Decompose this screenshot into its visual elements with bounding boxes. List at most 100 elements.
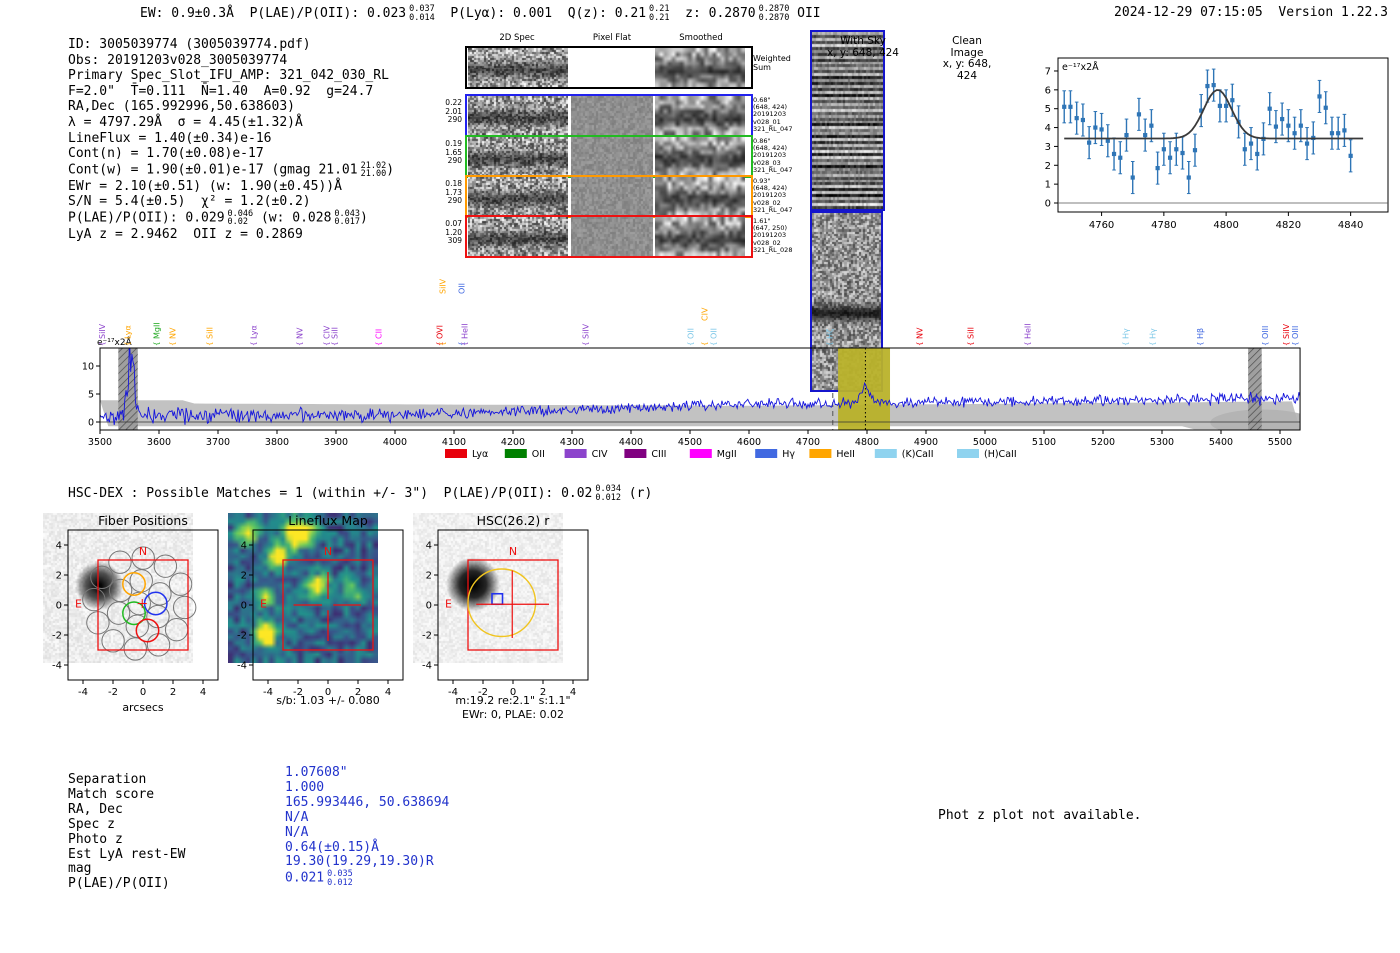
line-bracket: { [701, 342, 709, 346]
legend-swatch [809, 449, 832, 458]
line-label: HeII [460, 323, 469, 339]
north-label: N [139, 545, 147, 558]
north-label: N [509, 545, 517, 558]
fiber-positions-panel: Fiber Positions arcsecs -4 -4 -2 -2 0 0 2 2 4 4 N E [43, 513, 243, 728]
x-tick-label: 0 [140, 687, 146, 698]
match-row-label: Est LyA rest-EW [68, 846, 186, 862]
detection-line: LyA z = 2.9462 OII z = 0.2869 [68, 227, 394, 243]
twod-spec-cell [468, 217, 568, 256]
line-bracket: { [1292, 342, 1300, 346]
y-tick-label: -2 [52, 631, 62, 642]
stacked-uncertainty: 0.035 0.012 [327, 869, 353, 888]
twod-spec-cell [468, 48, 568, 87]
line-bracket: { [461, 342, 469, 346]
clean-image-title: Clean Image x, y: 648, 424 [942, 35, 992, 82]
line-label: OIII [1291, 326, 1300, 339]
pixel-flat-cell [571, 177, 653, 216]
y-tick-label: 2 [426, 571, 432, 582]
line-label: SiIV [98, 323, 107, 339]
line-bracket: { [99, 342, 107, 346]
line-label: Hβ [1196, 328, 1205, 339]
line-bracket: { [826, 342, 834, 346]
montage-row [465, 94, 753, 137]
x-tick-label: 3700 [206, 437, 230, 448]
line-label: SiII [331, 327, 340, 339]
line-label: Hγ [1148, 328, 1157, 339]
east-label: E [260, 597, 267, 610]
x-tick-label: 4700 [796, 437, 820, 448]
panel-caption: m:19.2 re:2.1" s:1.1" [455, 694, 571, 707]
legend-swatch [624, 449, 647, 458]
text-run: 1.07608" [285, 765, 348, 780]
east-label: E [75, 597, 82, 610]
legend-label: (K)CaII [902, 449, 934, 460]
x-tick-label: 4780 [1151, 220, 1176, 231]
errorbar-series [1062, 68, 1353, 195]
stacked-uncertainty: 21.02 21.00 [360, 160, 387, 180]
text-run: P(Lyα): 0.001 Q(z): 0.21 [434, 5, 647, 21]
line-bracket: { [1024, 342, 1032, 346]
hsc-match-header: HSC-DEX : Possible Matches = 1 (within +… [68, 485, 652, 502]
twod-spectra-montage: 2D Spec Pixel Flat Smoothed Weighted Sum 0.22… [440, 30, 820, 262]
smoothed-image [655, 137, 745, 176]
crosshair [476, 570, 549, 638]
text-run: ID: 3005039774 (3005039774.pdf) [68, 37, 311, 52]
match-row-label: Match score [68, 786, 155, 802]
stacked-uncertainty: 0.034 0.012 [595, 484, 621, 503]
catalog-position-box [491, 592, 504, 606]
smoothed-image [655, 48, 745, 87]
line-fit-zoom-plot: 4760 4780 4800 4820 4840 0 1 2 3 4 5 6 7 e⁻¹⁷x2Å [1045, 57, 1389, 231]
legend-label: Lyα [472, 449, 488, 460]
y-tick-label: 4 [241, 541, 247, 552]
stacked-uncertainty: 0.21 0.21 [649, 4, 670, 23]
pixel-flat-image [571, 137, 653, 176]
match-row-label: Spec z [68, 816, 115, 832]
smoothed-image [655, 177, 745, 216]
match-row-label: mag [68, 861, 92, 877]
with-sky-title: With Sky x, y: 648, 424 [827, 35, 899, 59]
y-tick-label: 2 [56, 571, 62, 582]
y-tick-label: 4 [56, 541, 62, 552]
text-run: LineFlux = 1.40(±0.34)e-16 [68, 130, 272, 146]
x-tick-label: 4000 [383, 437, 407, 448]
legend: Lyα OII CIV CIII MgII Hγ HeII (K)CaII (H)CaII [445, 449, 1017, 460]
y-tick-label: 3 [1045, 142, 1051, 153]
x-tick-label: 4900 [914, 437, 938, 448]
detection-info-block: ID: 3005039774 (3005039774.pdf) Obs: 2019… [68, 37, 394, 243]
line-label: Hγ [1121, 328, 1130, 339]
text-run: N/A [285, 809, 309, 825]
text-run: N/A [285, 824, 309, 840]
montage-row-left-labels: 0.07 1.20 309 [445, 219, 462, 245]
legend-label: CIII [651, 449, 666, 460]
smoothed-cell [655, 177, 745, 216]
match-row-label: P(LAE)/P(OII) [68, 876, 170, 892]
line-label: OII [458, 283, 467, 294]
stacked-uncertainty: 0.043 0.017 [334, 208, 361, 228]
y-tick-label: 2 [1045, 161, 1051, 172]
spectrum-layers [100, 348, 1301, 430]
twod-spec-cell [468, 137, 568, 176]
x-tick-label: 4820 [1276, 220, 1301, 231]
y-tick-label: 1 [1045, 180, 1051, 191]
montage-row-right-labels: Weighted Sum [753, 54, 791, 72]
x-tick-label: 4840 [1338, 220, 1363, 231]
smoothed-cell [655, 217, 745, 256]
text-run: RA,Dec (165.992996,50.638603) [68, 99, 295, 115]
legend-label: MgII [717, 449, 737, 460]
montage-row-left-labels: 0.18 1.73 290 [445, 179, 462, 205]
line-bracket: { [375, 342, 383, 346]
line-bracket: { [687, 342, 695, 346]
montage-row-left-labels: 0.22 2.01 290 [445, 98, 462, 124]
line-label: SiIV [439, 278, 448, 294]
twod-spec-cell [468, 96, 568, 135]
y-tick-label: 0 [56, 601, 62, 612]
x-tick-label: 4800 [1213, 220, 1238, 231]
detection-line: F=2.0" T̄=0.111 N̄=1.40 A=0.92 g=24.7 [68, 84, 394, 100]
montage-row-right-labels: 0.86" (648, 424) 20191203 v028_03 321_RL_047 [753, 137, 793, 174]
match-row-value: 1.07608" [285, 765, 449, 781]
legend-swatch [957, 449, 979, 458]
line-bracket: { [153, 342, 161, 346]
line-bracket: { [1149, 342, 1157, 346]
montage-row-right-labels: 1.61" (647, 250) 20191203 v028_02 321_RL_028 [753, 217, 793, 254]
selected-fiber-circle [122, 572, 146, 596]
